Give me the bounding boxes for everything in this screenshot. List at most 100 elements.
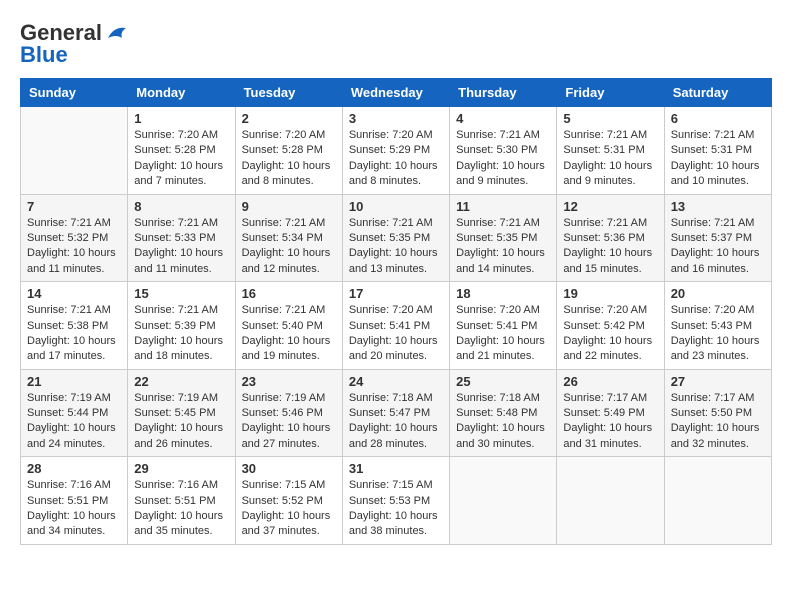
calendar-cell: 6 Sunrise: 7:21 AMSunset: 5:31 PMDaylight… <box>664 107 771 195</box>
day-info: Sunrise: 7:21 AMSunset: 5:30 PMDaylight:… <box>456 128 550 190</box>
calendar-cell: 11 Sunrise: 7:21 AMSunset: 5:35 PMDayligh… <box>450 194 557 282</box>
calendar-cell: 18 Sunrise: 7:20 AMSunset: 5:41 PMDayligh… <box>450 282 557 370</box>
calendar-cell: 13Sunrise: 7:21 AMSunset: 5:37 PMDayligh… <box>664 194 771 282</box>
calendar-cell: 31 Sunrise: 7:15 AMSunset: 5:53 PMDayligh… <box>342 457 449 545</box>
calendar-cell: 20 Sunrise: 7:20 AMSunset: 5:43 PMDayligh… <box>664 282 771 370</box>
calendar-cell: 8 Sunrise: 7:21 AMSunset: 5:33 PMDaylight… <box>128 194 235 282</box>
day-number: 16 <box>242 286 336 301</box>
day-number: 26 <box>563 374 657 389</box>
day-number: 3 <box>349 111 443 126</box>
calendar-cell: 1Sunrise: 7:20 AMSunset: 5:28 PMDaylight… <box>128 107 235 195</box>
day-info: Sunrise: 7:21 AMSunset: 5:31 PMDaylight:… <box>563 128 657 190</box>
day-header-tuesday: Tuesday <box>235 79 342 107</box>
calendar-cell: 30 Sunrise: 7:15 AMSunset: 5:52 PMDayligh… <box>235 457 342 545</box>
calendar-cell: 15 Sunrise: 7:21 AMSunset: 5:39 PMDayligh… <box>128 282 235 370</box>
calendar-cell: 26 Sunrise: 7:17 AMSunset: 5:49 PMDayligh… <box>557 369 664 457</box>
day-info: Sunrise: 7:20 AMSunset: 5:43 PMDaylight:… <box>671 303 765 365</box>
day-number: 7 <box>27 199 121 214</box>
calendar-cell <box>557 457 664 545</box>
calendar-cell: 29 Sunrise: 7:16 AMSunset: 5:51 PMDayligh… <box>128 457 235 545</box>
day-number: 5 <box>563 111 657 126</box>
day-number: 8 <box>134 199 228 214</box>
day-header-thursday: Thursday <box>450 79 557 107</box>
day-info: Sunrise: 7:20 AMSunset: 5:29 PMDaylight:… <box>349 128 443 190</box>
day-header-friday: Friday <box>557 79 664 107</box>
day-number: 14 <box>27 286 121 301</box>
calendar-week-row: 28 Sunrise: 7:16 AMSunset: 5:51 PMDayligh… <box>21 457 772 545</box>
calendar-cell: 24 Sunrise: 7:18 AMSunset: 5:47 PMDayligh… <box>342 369 449 457</box>
calendar-cell: 9 Sunrise: 7:21 AMSunset: 5:34 PMDaylight… <box>235 194 342 282</box>
day-number: 15 <box>134 286 228 301</box>
day-number: 19 <box>563 286 657 301</box>
day-number: 2 <box>242 111 336 126</box>
day-number: 11 <box>456 199 550 214</box>
day-info: Sunrise: 7:19 AMSunset: 5:45 PMDaylight:… <box>134 391 228 453</box>
calendar-cell: 23 Sunrise: 7:19 AMSunset: 5:46 PMDayligh… <box>235 369 342 457</box>
day-info: Sunrise: 7:21 AMSunset: 5:31 PMDaylight:… <box>671 128 765 190</box>
day-number: 23 <box>242 374 336 389</box>
day-number: 17 <box>349 286 443 301</box>
calendar-cell: 22 Sunrise: 7:19 AMSunset: 5:45 PMDayligh… <box>128 369 235 457</box>
day-info: Sunrise: 7:15 AMSunset: 5:53 PMDaylight:… <box>349 478 443 540</box>
day-number: 9 <box>242 199 336 214</box>
day-info: Sunrise: 7:20 AMSunset: 5:41 PMDaylight:… <box>456 303 550 365</box>
calendar-cell: 19 Sunrise: 7:20 AMSunset: 5:42 PMDayligh… <box>557 282 664 370</box>
day-info: Sunrise: 7:21 AMSunset: 5:33 PMDaylight:… <box>134 216 228 278</box>
day-info: Sunrise: 7:21 AMSunset: 5:40 PMDaylight:… <box>242 303 336 365</box>
calendar-cell: 27Sunrise: 7:17 AMSunset: 5:50 PMDayligh… <box>664 369 771 457</box>
day-info: Sunrise: 7:16 AMSunset: 5:51 PMDaylight:… <box>134 478 228 540</box>
day-number: 4 <box>456 111 550 126</box>
day-number: 31 <box>349 461 443 476</box>
page-header: General Blue <box>20 20 772 68</box>
day-number: 28 <box>27 461 121 476</box>
day-header-monday: Monday <box>128 79 235 107</box>
calendar-cell <box>450 457 557 545</box>
day-number: 20 <box>671 286 765 301</box>
day-number: 24 <box>349 374 443 389</box>
calendar-cell: 16 Sunrise: 7:21 AMSunset: 5:40 PMDayligh… <box>235 282 342 370</box>
calendar-week-row: 21 Sunrise: 7:19 AMSunset: 5:44 PMDayligh… <box>21 369 772 457</box>
day-header-wednesday: Wednesday <box>342 79 449 107</box>
day-info: Sunrise: 7:21 AMSunset: 5:34 PMDaylight:… <box>242 216 336 278</box>
day-info: Sunrise: 7:21 AMSunset: 5:36 PMDaylight:… <box>563 216 657 278</box>
calendar-cell: 3 Sunrise: 7:20 AMSunset: 5:29 PMDaylight… <box>342 107 449 195</box>
day-info: Sunrise: 7:19 AMSunset: 5:46 PMDaylight:… <box>242 391 336 453</box>
day-info: Sunrise: 7:20 AMSunset: 5:28 PMDaylight:… <box>242 128 336 190</box>
calendar-table: SundayMondayTuesdayWednesdayThursdayFrid… <box>20 78 772 545</box>
calendar-body: 1Sunrise: 7:20 AMSunset: 5:28 PMDaylight… <box>21 107 772 545</box>
logo-blue-text: Blue <box>20 42 68 68</box>
day-info: Sunrise: 7:21 AMSunset: 5:32 PMDaylight:… <box>27 216 121 278</box>
day-number: 10 <box>349 199 443 214</box>
day-number: 22 <box>134 374 228 389</box>
day-info: Sunrise: 7:20 AMSunset: 5:42 PMDaylight:… <box>563 303 657 365</box>
calendar-cell: 14 Sunrise: 7:21 AMSunset: 5:38 PMDayligh… <box>21 282 128 370</box>
calendar-cell: 10 Sunrise: 7:21 AMSunset: 5:35 PMDayligh… <box>342 194 449 282</box>
day-number: 30 <box>242 461 336 476</box>
day-info: Sunrise: 7:17 AMSunset: 5:49 PMDaylight:… <box>563 391 657 453</box>
day-info: Sunrise: 7:21 AMSunset: 5:35 PMDaylight:… <box>456 216 550 278</box>
day-number: 18 <box>456 286 550 301</box>
calendar-cell: 7 Sunrise: 7:21 AMSunset: 5:32 PMDaylight… <box>21 194 128 282</box>
day-info: Sunrise: 7:21 AMSunset: 5:39 PMDaylight:… <box>134 303 228 365</box>
day-info: Sunrise: 7:15 AMSunset: 5:52 PMDaylight:… <box>242 478 336 540</box>
day-number: 13 <box>671 199 765 214</box>
calendar-cell: 25Sunrise: 7:18 AMSunset: 5:48 PMDayligh… <box>450 369 557 457</box>
day-info: Sunrise: 7:19 AMSunset: 5:44 PMDaylight:… <box>27 391 121 453</box>
calendar-header-row: SundayMondayTuesdayWednesdayThursdayFrid… <box>21 79 772 107</box>
calendar-cell: 2 Sunrise: 7:20 AMSunset: 5:28 PMDaylight… <box>235 107 342 195</box>
day-number: 21 <box>27 374 121 389</box>
day-number: 12 <box>563 199 657 214</box>
day-number: 25 <box>456 374 550 389</box>
calendar-week-row: 14 Sunrise: 7:21 AMSunset: 5:38 PMDayligh… <box>21 282 772 370</box>
day-info: Sunrise: 7:18 AMSunset: 5:47 PMDaylight:… <box>349 391 443 453</box>
day-info: Sunrise: 7:20 AMSunset: 5:41 PMDaylight:… <box>349 303 443 365</box>
day-number: 27 <box>671 374 765 389</box>
day-info: Sunrise: 7:21 AMSunset: 5:38 PMDaylight:… <box>27 303 121 365</box>
day-info: Sunrise: 7:20 AMSunset: 5:28 PMDaylight:… <box>134 128 228 190</box>
calendar-cell: 4 Sunrise: 7:21 AMSunset: 5:30 PMDaylight… <box>450 107 557 195</box>
day-header-sunday: Sunday <box>21 79 128 107</box>
day-number: 29 <box>134 461 228 476</box>
day-number: 6 <box>671 111 765 126</box>
logo-bird-icon <box>106 24 128 42</box>
day-info: Sunrise: 7:21 AMSunset: 5:35 PMDaylight:… <box>349 216 443 278</box>
